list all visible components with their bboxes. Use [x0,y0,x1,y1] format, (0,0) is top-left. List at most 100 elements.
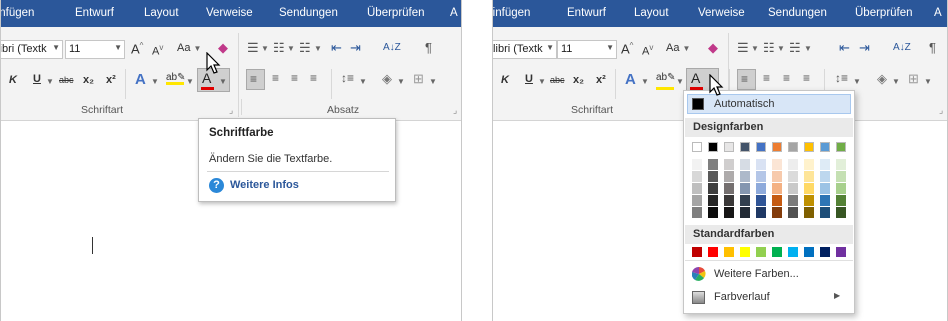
theme-shade-swatch[interactable] [740,195,750,206]
tab-mailings[interactable]: Sendungen [279,7,338,19]
more-info-link[interactable]: Weitere Infos [230,179,299,191]
bullets-icon[interactable]: ☰ [247,40,259,56]
chevron-down-icon[interactable]: ▼ [186,75,194,87]
chevron-down-icon[interactable]: ▼ [359,75,367,87]
chevron-down-icon[interactable]: ▼ [314,42,322,54]
theme-color-swatch[interactable] [804,142,814,152]
decrease-indent-icon[interactable]: ⇤ [331,40,342,56]
grow-font-button[interactable]: A^ [131,41,143,56]
chevron-down-icon[interactable]: ▼ [777,42,785,54]
theme-shade-swatch[interactable] [788,183,798,194]
theme-color-swatch[interactable] [724,142,734,152]
chevron-down-icon[interactable]: ▼ [46,75,54,87]
align-left-button[interactable]: ≡ [737,69,756,90]
tab-layout[interactable]: Layout [634,7,669,19]
text-effects-button[interactable]: A [135,71,146,88]
chevron-down-icon[interactable]: ▼ [924,75,932,87]
chevron-down-icon[interactable]: ▼ [261,42,269,54]
tab-design[interactable]: Entwurf [75,7,114,19]
strikethrough-button[interactable]: abc [59,75,74,85]
tab-insert[interactable]: Einfügen [1,7,34,19]
theme-shade-swatch[interactable] [772,183,782,194]
increase-indent-icon[interactable]: ⇥ [859,40,870,56]
font-name-combobox[interactable]: Calibri (Textk ▼ [493,40,557,59]
theme-shade-swatch[interactable] [756,171,766,182]
chevron-down-icon[interactable]: ▼ [751,42,759,54]
dialog-launcher-icon[interactable]: ⌟ [453,105,457,116]
tab-review[interactable]: Überprüfen [855,7,913,19]
change-case-button[interactable]: Aa ▼ [666,42,690,54]
align-right-button[interactable]: ≡ [783,71,790,85]
chevron-down-icon[interactable]: ▼ [429,75,437,87]
theme-shade-swatch[interactable] [788,171,798,182]
chevron-down-icon[interactable]: ▼ [892,75,900,87]
theme-shade-swatch[interactable] [788,195,798,206]
change-case-button[interactable]: Aa ▼ [177,42,201,54]
sort-icon[interactable]: A↓Z [383,42,401,53]
bullets-icon[interactable]: ☰ [737,40,749,56]
shrink-font-button[interactable]: Av [152,43,163,58]
theme-color-swatch[interactable] [820,142,830,152]
theme-shade-swatch[interactable] [756,183,766,194]
chevron-down-icon[interactable]: ▼ [853,75,861,87]
theme-shade-swatch[interactable] [772,171,782,182]
theme-shade-swatch[interactable] [708,183,718,194]
multilevel-list-icon[interactable]: ☵ [789,40,801,56]
chevron-down-icon[interactable]: ▼ [804,42,812,54]
theme-shade-swatch[interactable] [692,159,702,170]
theme-color-swatch[interactable] [772,142,782,152]
superscript-button[interactable]: x² [106,74,116,86]
standard-color-swatch[interactable] [788,247,798,257]
shading-icon[interactable]: ◈ [877,71,887,87]
font-size-combobox[interactable]: 11 ▼ [65,40,125,59]
italic-button[interactable]: K [501,74,509,86]
theme-color-swatch[interactable] [740,142,750,152]
tab-more[interactable]: A [934,7,942,19]
theme-shade-swatch[interactable] [724,207,734,218]
chevron-down-icon[interactable]: ▼ [397,75,405,87]
theme-shade-swatch[interactable] [708,159,718,170]
theme-shade-swatch[interactable] [708,207,718,218]
theme-shade-swatch[interactable] [740,207,750,218]
align-center-button[interactable]: ≡ [272,71,279,85]
tab-references[interactable]: Verweise [206,7,253,19]
italic-button[interactable]: K [9,74,17,86]
theme-shade-swatch[interactable] [740,183,750,194]
theme-shade-swatch[interactable] [804,159,814,170]
theme-shade-swatch[interactable] [756,207,766,218]
more-colors-option[interactable]: Weitere Farben... [714,268,799,280]
theme-shade-swatch[interactable] [820,159,830,170]
font-color-button[interactable]: A [691,70,700,86]
theme-shade-swatch[interactable] [788,159,798,170]
theme-shade-swatch[interactable] [772,159,782,170]
theme-shade-swatch[interactable] [820,207,830,218]
theme-shade-swatch[interactable] [708,195,718,206]
theme-shade-swatch[interactable] [820,195,830,206]
tab-mailings[interactable]: Sendungen [768,7,827,19]
gradient-option[interactable]: Farbverlauf [714,291,770,303]
theme-shade-swatch[interactable] [836,159,846,170]
numbering-icon[interactable]: ☷ [273,40,285,56]
sort-icon[interactable]: A↓Z [893,42,911,53]
line-spacing-icon[interactable]: ↕≡ [341,71,354,85]
pilcrow-icon[interactable]: ¶ [425,40,432,55]
tab-review[interactable]: Überprüfen [367,7,425,19]
underline-button[interactable]: U [525,73,533,85]
standard-color-swatch[interactable] [708,247,718,257]
standard-color-swatch[interactable] [804,247,814,257]
theme-shade-swatch[interactable] [804,171,814,182]
borders-icon[interactable]: ⊞ [413,71,424,87]
theme-shade-swatch[interactable] [740,171,750,182]
multilevel-list-icon[interactable]: ☵ [299,40,311,56]
chevron-down-icon[interactable]: ▼ [538,75,546,87]
increase-indent-icon[interactable]: ⇥ [350,40,361,56]
theme-shade-swatch[interactable] [772,195,782,206]
decrease-indent-icon[interactable]: ⇤ [839,40,850,56]
theme-shade-swatch[interactable] [692,207,702,218]
theme-color-swatch[interactable] [708,142,718,152]
font-size-combobox[interactable]: 11 ▼ [557,40,617,59]
tab-references[interactable]: Verweise [698,7,745,19]
strikethrough-button[interactable]: abc [550,75,565,85]
theme-shade-swatch[interactable] [724,171,734,182]
tab-layout[interactable]: Layout [144,7,179,19]
